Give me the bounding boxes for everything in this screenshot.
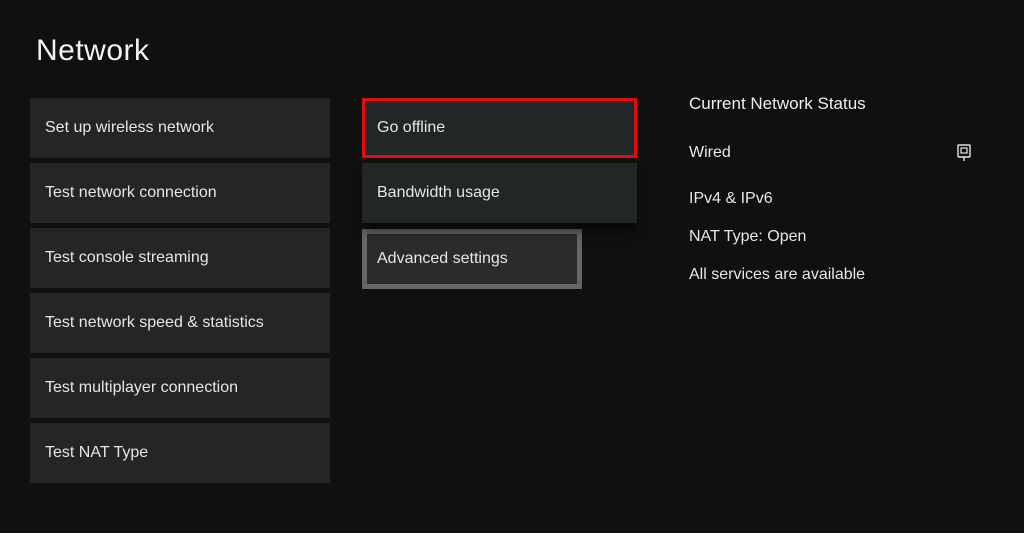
- status-services: All services are available: [689, 266, 989, 284]
- status-connection-row: Wired: [689, 144, 971, 162]
- tile-test-speed[interactable]: Test network speed & statistics: [30, 293, 330, 353]
- status-nat: NAT Type: Open: [689, 228, 989, 246]
- tile-test-connection[interactable]: Test network connection: [30, 163, 330, 223]
- tile-go-offline[interactable]: Go offline: [362, 98, 637, 158]
- tile-advanced-settings[interactable]: Advanced settings: [362, 229, 582, 289]
- tile-test-nat[interactable]: Test NAT Type: [30, 423, 330, 483]
- tile-bandwidth-usage[interactable]: Bandwidth usage: [362, 163, 637, 223]
- tile-test-streaming[interactable]: Test console streaming: [30, 228, 330, 288]
- column-tests: Set up wireless network Test network con…: [30, 98, 330, 488]
- ethernet-icon: [957, 144, 971, 162]
- status-ipinfo: IPv4 & IPv6: [689, 190, 989, 208]
- tile-test-multiplayer[interactable]: Test multiplayer connection: [30, 358, 330, 418]
- status-connection-label: Wired: [689, 144, 731, 162]
- page-title: Network: [36, 34, 150, 68]
- column-actions: Go offline Bandwidth usage Advanced sett…: [362, 98, 637, 294]
- status-heading: Current Network Status: [689, 94, 989, 114]
- tile-setup-wireless[interactable]: Set up wireless network: [30, 98, 330, 158]
- column-status: Current Network Status Wired IPv4 & IPv6…: [689, 94, 989, 304]
